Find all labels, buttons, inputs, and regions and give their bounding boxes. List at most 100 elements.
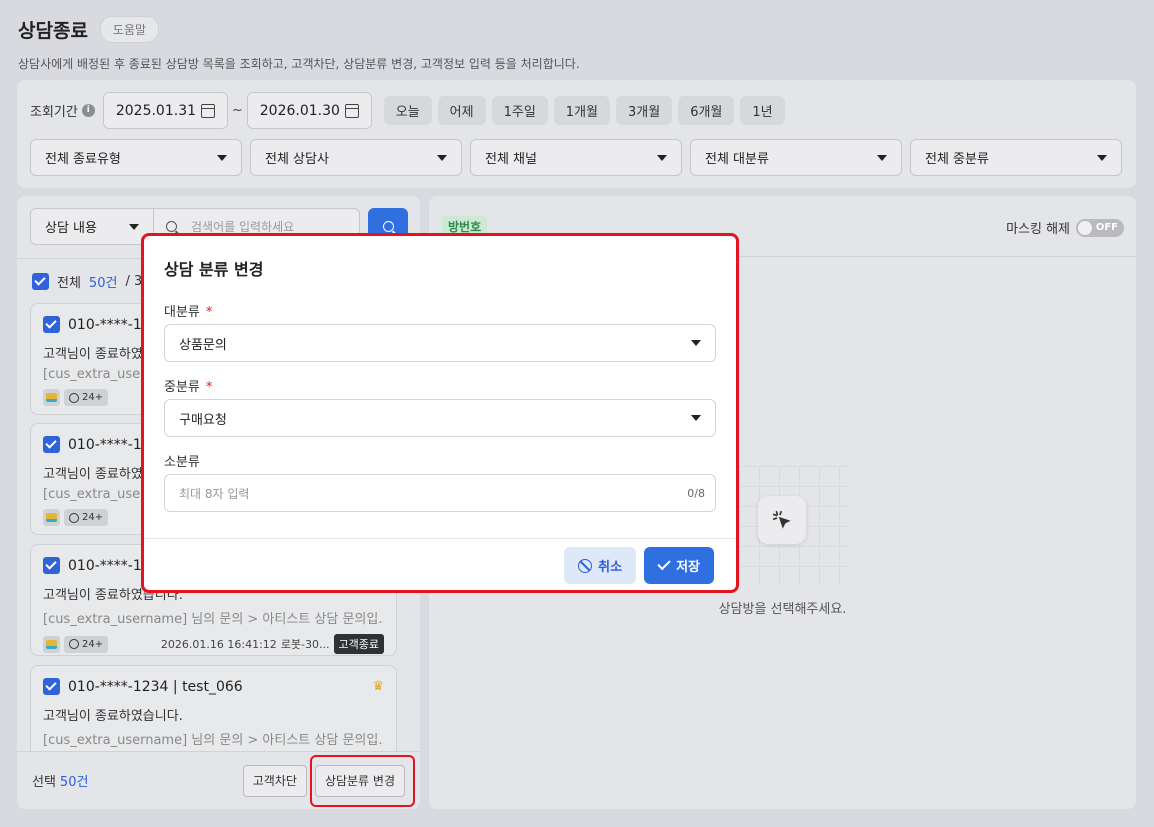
modal-title: 상담 분류 변경 <box>164 260 264 279</box>
end-type-select-value: 전체 종료유형 <box>45 152 121 167</box>
cancel-button-label: 취소 <box>598 560 623 575</box>
major-category-value: 상품문의 <box>179 337 227 353</box>
select-filter-row: 전체 종료유형 전체 상담사 전체 채널 전체 대분류 전체 중분류 <box>30 139 1122 176</box>
quick-range-6months[interactable]: 6개월 <box>678 96 735 125</box>
kakao-channel-icon <box>43 635 60 653</box>
search-icon <box>166 221 177 232</box>
middle-category-dropdown[interactable]: 구매요청 <box>164 399 716 437</box>
channel-select-value: 전체 채널 <box>485 152 537 167</box>
clock-icon <box>69 512 79 523</box>
calendar-icon[interactable] <box>200 103 215 118</box>
middle-category-label-text: 중분류 <box>164 380 200 395</box>
item-checkbox[interactable] <box>43 557 60 574</box>
item-phone: 010-****-1 <box>68 436 142 453</box>
caret-down-icon <box>657 154 667 161</box>
end-type-select[interactable]: 전체 종료유형 <box>30 139 242 176</box>
caret-down-icon <box>691 340 701 346</box>
page-title: 상담종료 <box>18 20 88 42</box>
select-all-row: 전체 50건 / 3 <box>32 272 142 291</box>
quick-range-3months[interactable]: 3개월 <box>616 96 673 125</box>
divider <box>144 538 736 539</box>
item-message: 고객님이 종료하였습니다. <box>43 709 183 724</box>
caret-down-icon <box>877 154 887 161</box>
minor-category-input[interactable]: 최대 8자 입력 0/8 <box>164 474 716 512</box>
toggle-label: OFF <box>1095 222 1118 233</box>
page-header: 상담종료 도움말 상담사에게 배정된 후 종료된 상담방 목록을 조회하고, 고… <box>18 16 580 72</box>
caret-down-icon <box>129 223 139 230</box>
major-category-label: 대분류 * <box>164 301 212 320</box>
middle-category-label: 중분류 * <box>164 376 212 395</box>
check-icon <box>657 556 671 571</box>
highlight-box <box>310 755 415 807</box>
search-type-value: 상담 내용 <box>45 221 97 236</box>
time-badge: 24+ <box>64 389 109 406</box>
masking-label: 마스킹 해제 <box>1006 222 1070 237</box>
middle-category-select-value: 전체 중분류 <box>925 152 989 167</box>
item-checkbox[interactable] <box>43 436 60 453</box>
caret-down-icon <box>691 415 701 421</box>
major-category-dropdown[interactable]: 상품문의 <box>164 324 716 362</box>
help-button[interactable]: 도움말 <box>99 16 160 43</box>
crown-icon: ♛ <box>372 679 384 694</box>
save-button-label: 저장 <box>676 560 700 575</box>
major-category-select[interactable]: 전체 대분류 <box>690 139 902 176</box>
masking-toggle[interactable]: OFF <box>1076 218 1124 237</box>
selected-label: 선택 <box>32 775 56 790</box>
block-customer-button[interactable]: 고객차단 <box>242 764 307 797</box>
date-to-value: 2026.01.30 <box>259 102 340 119</box>
minor-category-label: 소분류 <box>164 455 200 470</box>
channel-select[interactable]: 전체 채널 <box>470 139 682 176</box>
filter-panel: 조회기간 i 2025.01.31 ~ 2026.01.30 오늘 어제 1주일… <box>17 80 1136 188</box>
cancel-button[interactable]: 취소 <box>564 547 637 584</box>
select-all-checkbox[interactable] <box>32 273 49 290</box>
count-separator: / 3 <box>125 274 143 289</box>
middle-category-value: 구매요청 <box>179 412 227 428</box>
minor-category-placeholder: 최대 8자 입력 <box>179 486 250 501</box>
item-phone: 010-****-1234 | test_066 <box>68 678 243 695</box>
agent-select-value: 전체 상담사 <box>265 152 329 167</box>
quick-range-1week[interactable]: 1주일 <box>491 96 548 125</box>
quick-range-today[interactable]: 오늘 <box>383 96 432 125</box>
item-agent: 로봇-30... <box>280 638 330 651</box>
app-frame: 상담종료 도움말 상담사에게 배정된 후 종료된 상담방 목록을 조회하고, 고… <box>0 0 1154 827</box>
date-filter-row: 조회기간 i 2025.01.31 ~ 2026.01.30 오늘 어제 1주일… <box>30 92 785 129</box>
agent-select[interactable]: 전체 상담사 <box>250 139 462 176</box>
modal-buttons: 취소 저장 <box>564 547 714 584</box>
select-all-label: 전체 <box>57 276 81 291</box>
kakao-channel-icon <box>43 389 60 406</box>
date-from-input[interactable]: 2025.01.31 <box>102 92 228 129</box>
item-sub: [cus_extra_username] 님의 문의 > 아티스트 상담 문의입… <box>43 612 384 627</box>
date-separator: ~ <box>231 103 243 118</box>
info-icon[interactable]: i <box>81 104 95 117</box>
quick-range-1month[interactable]: 1개월 <box>553 96 610 125</box>
item-phone: 010-****-1 <box>68 316 142 333</box>
clock-icon <box>69 392 79 403</box>
middle-category-select[interactable]: 전체 중분류 <box>910 139 1122 176</box>
cursor-click-icon <box>758 496 806 544</box>
clock-icon <box>69 639 79 649</box>
page-subtitle: 상담사에게 배정된 후 종료된 상담방 목록을 조회하고, 고객차단, 상담분류… <box>18 57 580 71</box>
quick-range-buttons: 오늘 어제 1주일 1개월 3개월 6개월 1년 <box>383 96 785 125</box>
major-category-select-value: 전체 대분류 <box>705 152 769 167</box>
time-badge-text: 24+ <box>82 392 104 403</box>
time-badge: 24+ <box>64 635 109 653</box>
time-badge-text: 24+ <box>82 512 104 523</box>
item-sub: [cus_extra_username] 님의 문의 > 아티스트 상담 문의입… <box>43 733 384 748</box>
calendar-icon[interactable] <box>344 103 359 118</box>
masking-row: 마스킹 해제 OFF <box>1006 218 1124 237</box>
date-to-input[interactable]: 2026.01.30 <box>246 92 372 129</box>
date-from-value: 2025.01.31 <box>115 102 197 119</box>
quick-range-yesterday[interactable]: 어제 <box>437 96 486 125</box>
search-icon <box>382 221 394 232</box>
kakao-channel-icon <box>43 509 60 526</box>
save-button[interactable]: 저장 <box>644 547 714 584</box>
selected-count: 50건 <box>59 775 89 790</box>
search-type-select[interactable]: 상담 내용 <box>30 208 154 245</box>
item-checkbox[interactable] <box>43 678 60 695</box>
item-checkbox[interactable] <box>43 316 60 333</box>
quick-range-1year[interactable]: 1년 <box>740 96 785 125</box>
period-label: 조회기간 i <box>30 101 95 120</box>
time-badge-text: 24+ <box>82 638 104 650</box>
ban-icon <box>578 558 593 573</box>
char-counter: 0/8 <box>687 486 705 500</box>
